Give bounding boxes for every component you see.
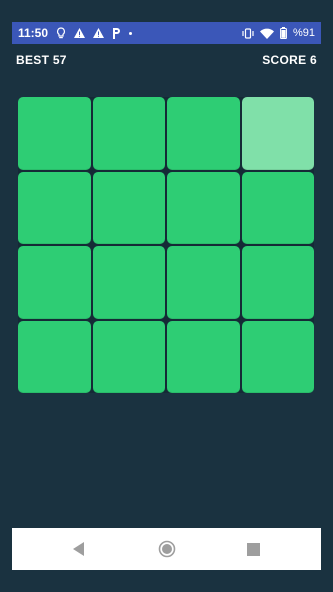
warning-icon [93,28,105,38]
battery-icon [280,27,287,39]
grid-tile[interactable] [167,171,240,244]
grid-tile[interactable] [18,97,91,170]
grid-tile[interactable] [241,171,314,244]
home-button[interactable] [147,529,187,569]
recents-button[interactable] [234,529,274,569]
game-board [18,97,314,393]
wifi-icon [259,28,274,39]
current-score: SCORE 6 [262,53,317,67]
highlighted-tile[interactable] [241,97,314,170]
grid-tile[interactable] [92,246,165,319]
grid-tile[interactable] [18,171,91,244]
status-bar: 11:50 %91 [12,22,321,44]
best-score: BEST 57 [16,53,67,67]
score-bar: BEST 57 SCORE 6 [16,52,317,68]
grid-tile[interactable] [92,97,165,170]
grid-tile[interactable] [167,320,240,393]
grid-tile[interactable] [167,246,240,319]
warning-icon [74,28,86,38]
grid-tile[interactable] [18,246,91,319]
parking-icon [113,27,121,39]
home-icon [158,540,175,558]
recents-icon [247,542,261,556]
battery-level: %91 [292,27,315,39]
dot-icon [129,31,133,35]
status-time: 11:50 [18,26,49,40]
grid-tile[interactable] [18,320,91,393]
grid-tile[interactable] [241,246,314,319]
grid-tile[interactable] [92,171,165,244]
back-icon [73,542,85,556]
grid-tile[interactable] [167,97,240,170]
grid-tile[interactable] [241,320,314,393]
lightbulb-icon [57,27,66,39]
vibrate-icon [242,27,254,39]
grid-tile[interactable] [92,320,165,393]
navigation-bar [12,528,321,570]
back-button[interactable] [59,529,99,569]
